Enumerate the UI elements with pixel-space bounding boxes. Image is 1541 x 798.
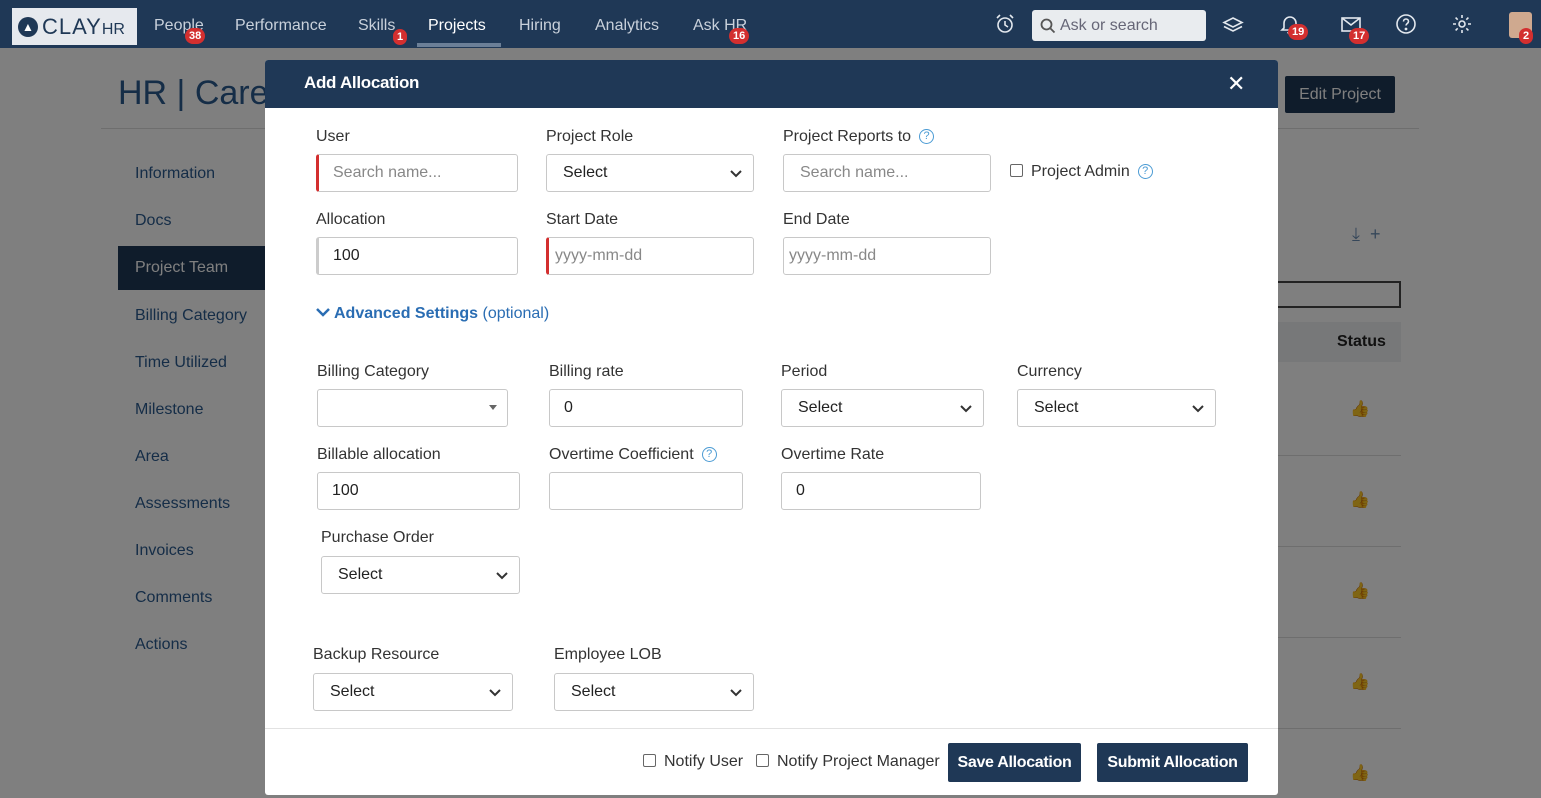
save-allocation-button[interactable]: Save Allocation	[948, 743, 1081, 782]
purchase-order-select[interactable]: Select	[321, 556, 520, 594]
nav-active-indicator	[417, 43, 501, 47]
gear-icon[interactable]	[1451, 13, 1475, 37]
notifications-badge: 19	[1288, 24, 1309, 40]
clayhr-logo[interactable]: ▲ CLAYHR	[12, 8, 137, 45]
add-allocation-modal: Add Allocation ✕ User Search name... Pro…	[265, 60, 1278, 795]
nav-analytics[interactable]: Analytics	[595, 17, 659, 35]
logo-mark-icon: ▲	[18, 16, 38, 37]
overtime-rate-label: Overtime Rate	[781, 446, 885, 463]
layers-icon[interactable]	[1221, 13, 1245, 37]
billable-allocation-input[interactable]: 100	[317, 472, 520, 510]
nav-people-badge: 38	[185, 28, 206, 44]
employee-lob-select[interactable]: Select	[554, 673, 754, 711]
logo-suffix: HR	[101, 20, 125, 38]
chevron-down-icon	[730, 170, 742, 178]
help-icon[interactable]	[1395, 13, 1419, 37]
period-label: Period	[781, 363, 828, 380]
advanced-settings-toggle[interactable]: Advanced Settings (optional)	[316, 305, 549, 323]
profile-badge: 2	[1519, 28, 1534, 44]
top-navbar: ▲ CLAYHR People 38 Performance Skills 1 …	[0, 0, 1541, 48]
nav-skills[interactable]: Skills	[358, 17, 395, 35]
nav-projects[interactable]: Projects	[428, 17, 486, 35]
modal-header: Add Allocation ✕	[265, 60, 1278, 108]
end-date-label: End Date	[783, 211, 850, 228]
period-select[interactable]: Select	[781, 389, 984, 427]
overtime-coefficient-input[interactable]	[549, 472, 743, 510]
logo-text: CLAY	[42, 13, 102, 39]
chevron-down-icon	[316, 308, 330, 317]
notify-user-checkbox[interactable]: Notify User	[643, 753, 743, 771]
submit-allocation-button[interactable]: Submit Allocation	[1097, 743, 1248, 782]
checkbox[interactable]	[643, 754, 656, 767]
alarm-clock-icon[interactable]	[994, 13, 1018, 37]
messages-badge: 17	[1349, 28, 1370, 44]
project-reports-to-input[interactable]: Search name...	[783, 154, 991, 192]
chevron-down-icon	[1192, 405, 1204, 413]
user-search-input[interactable]: Search name...	[316, 154, 518, 192]
purchase-order-label: Purchase Order	[321, 529, 434, 546]
nav-ask-hr-badge: 16	[729, 28, 750, 44]
help-circle-icon[interactable]: ?	[701, 447, 717, 462]
billing-rate-input[interactable]: 0	[549, 389, 743, 427]
overtime-coefficient-label: Overtime Coefficient?	[549, 446, 717, 464]
nav-hiring[interactable]: Hiring	[519, 17, 561, 35]
user-label: User	[316, 128, 350, 145]
billing-rate-label: Billing rate	[549, 363, 624, 380]
notify-project-manager-checkbox[interactable]: Notify Project Manager	[756, 753, 940, 771]
backup-resource-select[interactable]: Select	[313, 673, 513, 711]
allocation-input[interactable]: 100	[316, 237, 518, 275]
project-admin-checkbox[interactable]: Project Admin?	[1010, 163, 1153, 181]
help-circle-icon[interactable]: ?	[919, 129, 935, 144]
chevron-down-icon	[730, 689, 742, 697]
currency-label: Currency	[1017, 363, 1082, 380]
project-reports-to-label: Project Reports to?	[783, 128, 935, 146]
billing-category-label: Billing Category	[317, 363, 430, 380]
backup-resource-label: Backup Resource	[313, 646, 440, 663]
allocation-label: Allocation	[316, 211, 386, 228]
project-role-label: Project Role	[546, 128, 634, 145]
currency-select[interactable]: Select	[1017, 389, 1216, 427]
modal-footer-divider	[265, 728, 1278, 729]
chevron-down-icon	[960, 405, 972, 413]
nav-skills-badge: 1	[393, 29, 408, 45]
chevron-down-icon	[489, 689, 501, 697]
checkbox[interactable]	[756, 754, 769, 767]
project-role-select[interactable]: Select	[546, 154, 754, 192]
overtime-rate-input[interactable]: 0	[781, 472, 981, 510]
modal-title: Add Allocation	[304, 73, 420, 92]
help-circle-icon[interactable]: ?	[1137, 164, 1153, 179]
end-date-input[interactable]: yyyy-mm-dd	[783, 237, 991, 275]
chevron-down-icon	[496, 572, 508, 580]
start-date-label: Start Date	[546, 211, 619, 228]
billing-category-select[interactable]	[317, 389, 508, 427]
search-placeholder: Ask or search	[1060, 16, 1158, 34]
search-icon	[1040, 18, 1056, 33]
employee-lob-label: Employee LOB	[554, 646, 662, 663]
billable-allocation-label: Billable allocation	[317, 446, 441, 463]
start-date-input[interactable]: yyyy-mm-dd	[546, 237, 754, 275]
close-icon[interactable]: ✕	[1227, 73, 1245, 95]
caret-down-icon	[489, 405, 497, 410]
nav-performance[interactable]: Performance	[235, 17, 327, 35]
global-search-input[interactable]: Ask or search	[1032, 10, 1206, 41]
checkbox[interactable]	[1010, 164, 1023, 177]
